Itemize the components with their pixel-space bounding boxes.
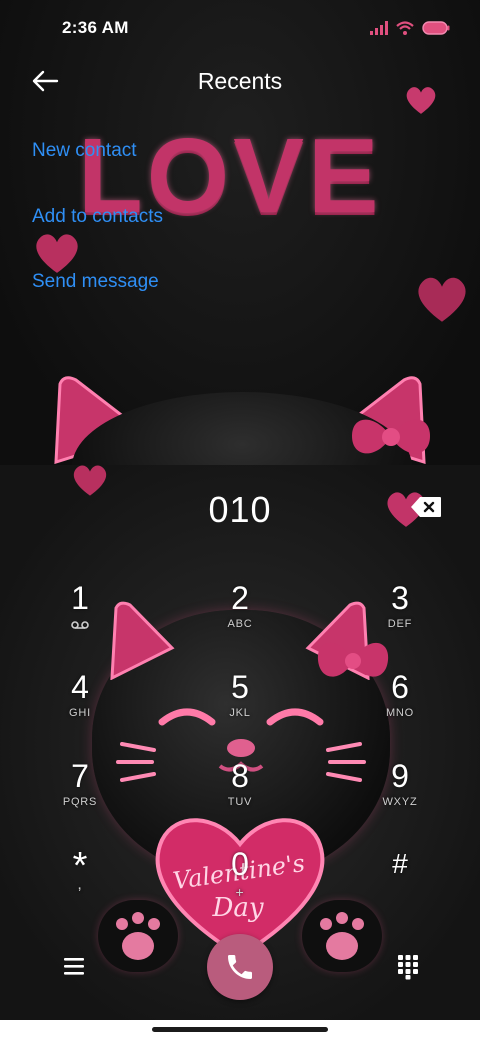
dial-key-0[interactable]: 0 +: [192, 846, 288, 926]
key-letters: PQRS: [62, 796, 98, 808]
key-digit: 4: [71, 669, 89, 705]
menu-icon[interactable]: [62, 954, 86, 978]
wifi-icon: [396, 21, 414, 35]
add-to-contacts-link[interactable]: Add to contacts: [32, 206, 163, 228]
dial-key-3[interactable]: 3 DEF: [352, 580, 448, 660]
phone-icon: [228, 955, 252, 979]
dial-key-hash[interactable]: #: [352, 846, 448, 926]
key-digit: 3: [391, 580, 409, 616]
dial-key-star[interactable]: * ,: [32, 847, 128, 928]
key-letters: +: [235, 884, 245, 900]
heart-icon: [418, 277, 466, 322]
dial-key-9[interactable]: 9 WXYZ: [352, 758, 448, 838]
key-letters: DEF: [387, 618, 413, 630]
dial-key-1[interactable]: 1: [32, 580, 128, 660]
key-digit: 0: [231, 846, 249, 882]
new-contact-link[interactable]: New contact: [32, 140, 137, 162]
bow-icon: [352, 419, 430, 454]
battery-icon: [422, 21, 450, 35]
send-message-link[interactable]: Send message: [32, 271, 159, 293]
dial-key-2[interactable]: 2 ABC: [192, 580, 288, 660]
heart-icon: [406, 87, 436, 114]
dial-key-8[interactable]: 8 TUV: [192, 758, 288, 838]
key-digit: #: [392, 848, 408, 879]
status-icons: [370, 18, 450, 38]
key-letters: TUV: [227, 796, 253, 808]
dialpad-icon[interactable]: [396, 954, 420, 980]
backspace-icon[interactable]: [410, 496, 442, 518]
dial-key-4[interactable]: 4 GHI: [32, 669, 128, 749]
dialer-screen: LOVE Valentine's Day 2:36 AM Recents New…: [0, 0, 480, 1040]
key-letters: JKL: [229, 707, 251, 719]
key-letters: MNO: [385, 707, 415, 719]
key-letters: GHI: [69, 707, 91, 719]
key-letters: WXYZ: [382, 796, 418, 808]
dial-key-6[interactable]: 6 MNO: [352, 669, 448, 749]
dial-key-5[interactable]: 5 JKL: [192, 669, 288, 749]
call-button[interactable]: [207, 934, 273, 1000]
status-time: 2:36 AM: [62, 18, 129, 37]
key-digit: 7: [71, 758, 89, 794]
signal-icon: [370, 21, 388, 35]
dialed-number: 010: [208, 489, 272, 530]
voicemail-icon: [71, 621, 89, 629]
key-digit: 2: [231, 580, 249, 616]
heart-icon: [36, 234, 78, 273]
key-digit: 8: [231, 758, 249, 794]
key-digit: 5: [231, 669, 249, 705]
key-letters: ,: [77, 876, 83, 893]
key-digit: 9: [391, 758, 409, 794]
key-digit: 1: [71, 580, 89, 616]
key-letters: ABC: [227, 618, 253, 630]
home-indicator[interactable]: [152, 1027, 328, 1032]
key-digit: 6: [391, 669, 409, 705]
dial-key-7[interactable]: 7 PQRS: [32, 758, 128, 838]
